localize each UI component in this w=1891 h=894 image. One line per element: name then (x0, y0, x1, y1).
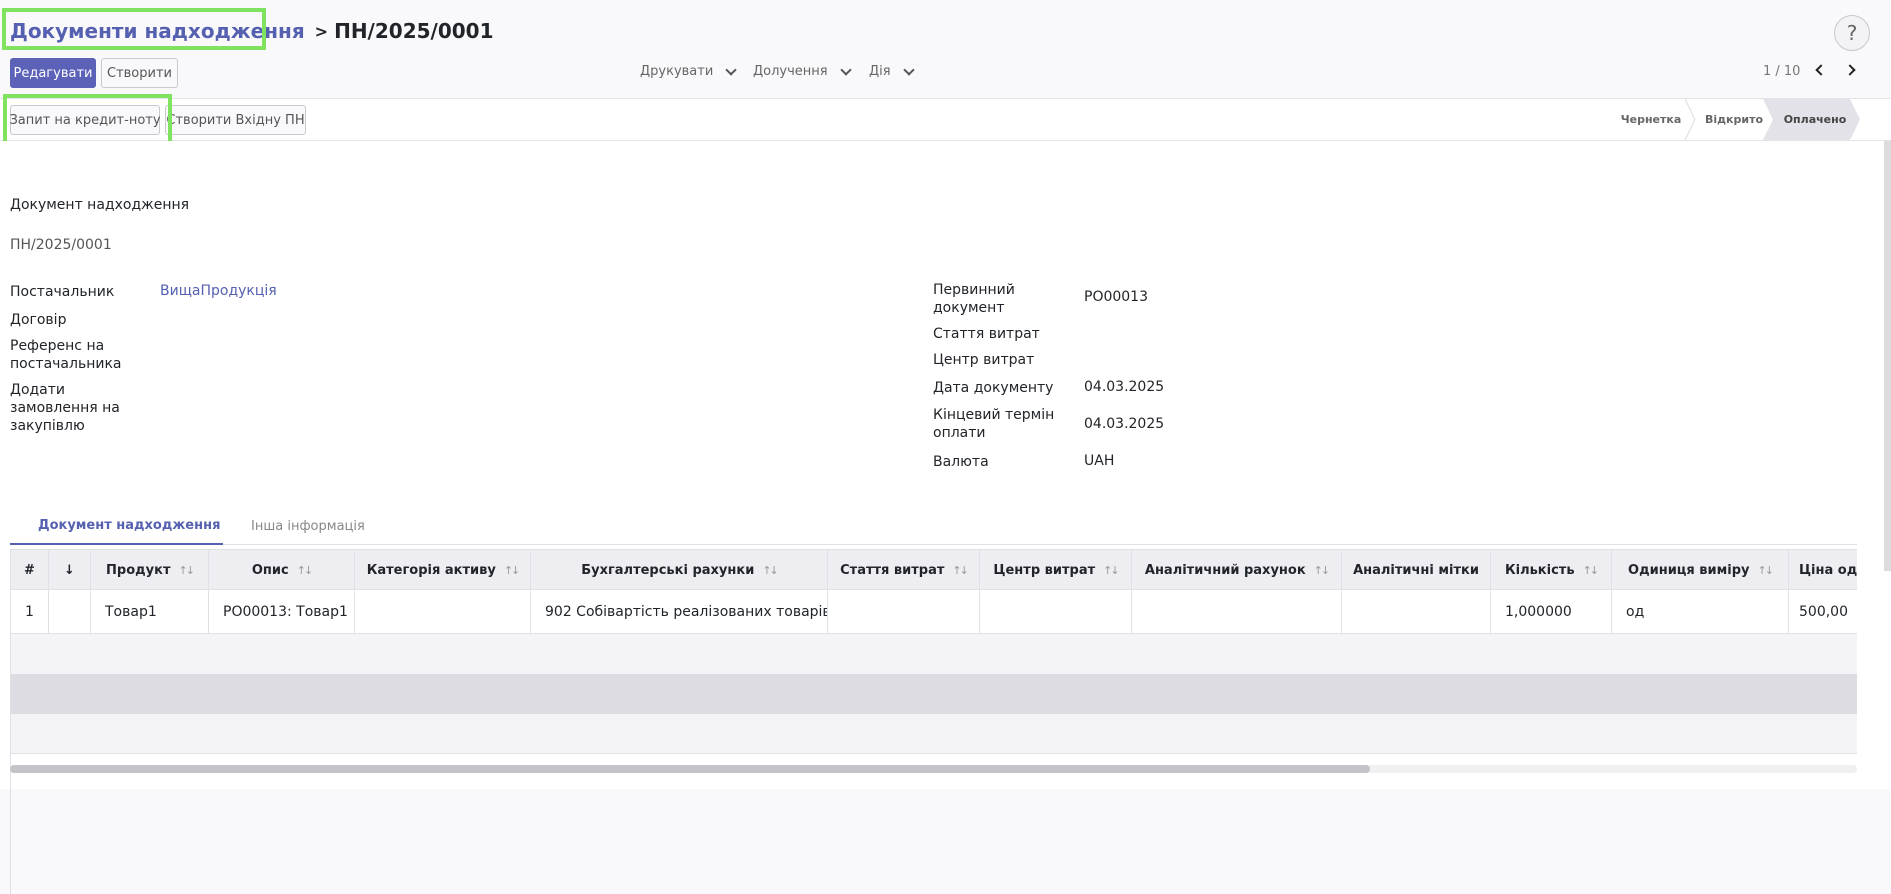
document-number: ПН/2025/0001 (10, 237, 112, 253)
breadcrumb: Документи надходження > ПН/2025/0001 (10, 18, 494, 44)
empty-row (11, 634, 1857, 674)
column-header-quantity[interactable]: Кількість ↑↓ (1491, 550, 1612, 590)
print-dropdown[interactable]: Друкувати (640, 63, 737, 79)
action-dropdown[interactable]: Дія (869, 63, 915, 79)
add-purchase-order-label: Додати замовлення на закупівлю (10, 382, 120, 434)
column-header-asset-category[interactable]: Категорія активу ↑↓ (355, 550, 531, 590)
column-header-expense-item[interactable]: Стаття витрат ↑↓ (828, 550, 980, 590)
currency-value[interactable]: UAH (1084, 453, 1114, 469)
table-row[interactable]: 1 Товар1 PO00013: Товар1 902 Собівартіст… (11, 590, 1857, 634)
table-header: # ↓ Продукт ↑↓ Опис ↑↓ Категорія активу ↑↓ … (11, 549, 1857, 590)
pager-next-icon[interactable] (1844, 64, 1856, 76)
column-header-uom[interactable]: Одиниця виміру ↑↓ (1612, 550, 1789, 590)
cell-uom[interactable]: од (1612, 590, 1789, 633)
sort-icon: ↑↓ (762, 563, 779, 577)
source-document-label: Первинний документ (933, 282, 1015, 316)
attachments-dropdown-label: Долучення (753, 64, 828, 79)
document-type-label: Документ надходження (10, 197, 190, 213)
column-header-cost-center[interactable]: Центр витрат ↑↓ (980, 550, 1132, 590)
sort-icon: ↑↓ (1313, 563, 1331, 577)
breadcrumb-current: ПН/2025/0001 (334, 19, 494, 43)
empty-row (11, 714, 1857, 754)
sort-icon: ↑↓ (1103, 563, 1120, 577)
stage-paid[interactable]: Оплачено (1774, 99, 1856, 140)
sort-icon: ↑↓ (1582, 563, 1600, 577)
chevron-down-icon (902, 63, 915, 76)
pager-value[interactable]: 1 / 10 (1763, 64, 1800, 79)
tab-other-info[interactable]: Інша інформація (251, 507, 365, 545)
cell-sequence (49, 590, 91, 633)
cost-center-label: Центр витрат (933, 352, 1035, 368)
cell-analytic-tags[interactable] (1342, 590, 1491, 633)
column-header-analytic-account[interactable]: Аналітичний рахунок ↑↓ (1132, 550, 1342, 590)
sort-icon: ↑↓ (296, 563, 314, 577)
chevron-down-icon (725, 63, 737, 76)
horizontal-scrollbar[interactable] (10, 765, 1857, 773)
attachments-dropdown[interactable]: Долучення (753, 63, 852, 79)
sort-icon: ↑↓ (1757, 563, 1775, 577)
print-dropdown-label: Друкувати (640, 64, 714, 79)
document-date-value[interactable]: 04.03.2025 (1084, 379, 1164, 395)
cell-expense-item[interactable] (828, 590, 980, 633)
empty-row (11, 674, 1857, 714)
vendor-value[interactable]: ВищаПродукція (160, 283, 277, 299)
column-header-product[interactable]: Продукт ↑↓ (91, 550, 209, 590)
column-header-description[interactable]: Опис ↑↓ (209, 550, 355, 590)
currency-label: Валюта (933, 454, 989, 470)
cell-asset-category[interactable] (355, 590, 531, 633)
tab-invoice-lines[interactable]: Документ надходження (10, 507, 223, 545)
contract-label: Договір (10, 312, 67, 328)
column-header-accounts[interactable]: Бухгалтерські рахунки ↑↓ (531, 550, 828, 590)
cell-product[interactable]: Товар1 (91, 590, 209, 633)
source-document-value[interactable]: PO00013 (1084, 289, 1148, 305)
sort-icon: ↑↓ (503, 563, 521, 577)
form-sheet: Документ надходження ПН/2025/0001 Постач… (0, 141, 1891, 894)
create-button[interactable]: Створити (101, 58, 178, 88)
due-date-label: Кінцевий термін оплати (933, 407, 1055, 441)
column-header-analytic-tags[interactable]: Аналітичні мітки (1342, 550, 1491, 590)
cell-unit-price[interactable]: 500,00 (1789, 590, 1857, 633)
sort-icon: ↑↓ (952, 563, 969, 577)
cell-account[interactable]: 902 Собівартість реалізованих товарів (531, 590, 828, 633)
horizontal-scrollbar-thumb[interactable] (10, 765, 1370, 773)
sort-icon: ↑↓ (178, 563, 196, 577)
cell-analytic-account[interactable] (1132, 590, 1342, 633)
invoice-lines-table: # ↓ Продукт ↑↓ Опис ↑↓ Категорія активу ↑↓ … (10, 549, 1857, 894)
request-credit-note-button[interactable]: Запит на кредит-ноту (9, 105, 161, 135)
vertical-scrollbar[interactable] (1884, 141, 1891, 571)
stage-draft[interactable]: Чернетка (1608, 99, 1694, 140)
column-header-number[interactable]: # (11, 550, 49, 590)
statusbar: Запит на кредит-ноту Створити Вхідну ПН … (0, 98, 1891, 141)
expense-item-label: Стаття витрат (933, 326, 1040, 342)
cell-cost-center[interactable] (980, 590, 1132, 633)
pager-prev-icon[interactable] (1815, 64, 1827, 76)
action-dropdown-label: Дія (869, 64, 891, 79)
cell-quantity[interactable]: 1,000000 (1491, 590, 1612, 633)
help-button[interactable]: ? (1834, 15, 1870, 51)
chevron-down-icon (839, 63, 852, 76)
breadcrumb-parent-link[interactable]: Документи надходження (10, 19, 305, 43)
stage-open[interactable]: Відкрито (1696, 99, 1772, 140)
notebook-tabs: Документ надходження Інша інформація (10, 507, 1857, 545)
cell-description[interactable]: PO00013: Товар1 (209, 590, 355, 633)
column-header-sequence[interactable]: ↓ (49, 550, 91, 590)
vendor-reference-label: Референс на постачальника (10, 338, 122, 372)
vendor-label: Постачальник (10, 284, 115, 300)
document-date-label: Дата документу (933, 380, 1054, 396)
edit-button[interactable]: Редагувати (10, 58, 96, 88)
create-incoming-invoice-button[interactable]: Створити Вхідну ПН (165, 105, 306, 135)
due-date-value[interactable]: 04.03.2025 (1084, 416, 1164, 432)
control-panel: Документи надходження > ПН/2025/0001 ? Р… (0, 0, 1891, 98)
help-icon: ? (1846, 21, 1858, 45)
cell-number: 1 (11, 590, 49, 633)
breadcrumb-separator: > (314, 21, 329, 41)
column-header-unit-price[interactable]: Ціна од (1789, 550, 1857, 590)
